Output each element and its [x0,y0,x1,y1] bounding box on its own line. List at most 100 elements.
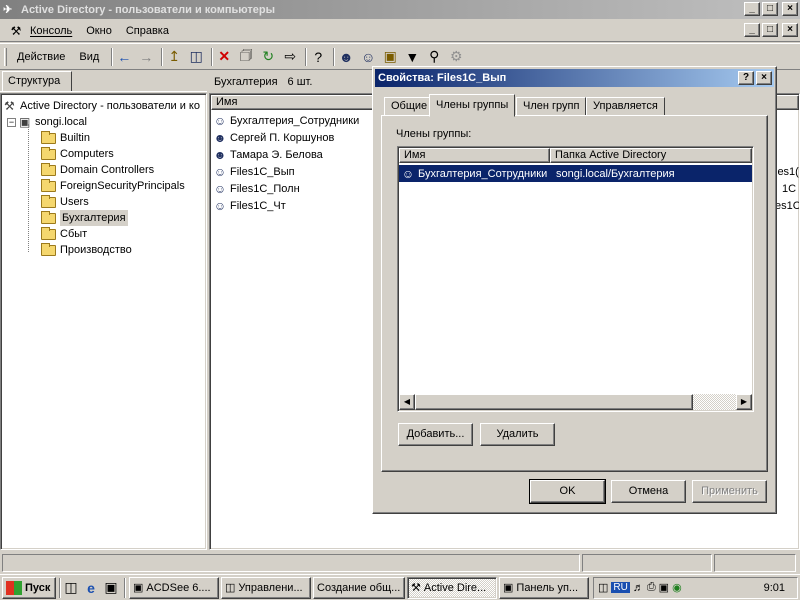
tree-item-production[interactable]: Производство [41,242,132,258]
members-column-name[interactable]: Имя [399,148,550,163]
tray-network-icon[interactable]: ◫ [598,581,608,594]
tab-members[interactable]: Члены группы [429,94,516,117]
up-folder-icon[interactable]: ↥ [163,46,185,68]
properties-icon[interactable]: 🗇 [235,46,257,68]
list-header-title: Бухгалтерия [214,76,278,88]
forward-icon[interactable]: → [135,46,157,68]
task-create-share[interactable]: Создание общ... [313,576,405,599]
app-icon: ✈ [3,3,13,16]
dialog-help-button[interactable]: ? [738,71,754,85]
task-active-directory[interactable]: ⚒ Active Dire... [407,576,497,599]
status-pane [2,554,580,572]
delete-icon[interactable]: ✕ [213,46,235,68]
start-button[interactable]: Пуск [2,576,56,599]
quicklaunch-app-icon[interactable]: ▣ [101,577,121,599]
remove-button[interactable]: Удалить [480,423,555,446]
quicklaunch-ie-icon[interactable]: e [81,577,101,599]
toolbar-grip [4,47,7,66]
list-row[interactable]: ☺ Files1C_Вып [213,164,295,180]
refresh-icon[interactable]: ↻ [257,46,279,68]
list-row[interactable]: ☺ Бухгалтерия_Сотрудники [213,113,359,129]
list-row[interactable]: ☺ Files1C_Полн [213,181,300,197]
status-pane [714,554,796,572]
minimize-button[interactable]: _ [744,2,760,16]
tree-horizontal-scroll[interactable] [2,548,205,550]
new-group-icon[interactable]: ☺ [357,46,379,68]
apply-button[interactable]: Применить [692,480,767,503]
menu-window[interactable]: Окно [86,25,112,37]
tree-root[interactable]: ⚒ Active Directory - пользователи и ко [4,98,200,114]
dialog-close-button[interactable]: × [756,71,772,85]
tree-item-label: Computers [60,148,114,160]
tree-item-domain-controllers[interactable]: Domain Controllers [41,162,154,178]
main-title-bar: ✈ Active Directory - пользователи и комп… [0,0,800,19]
list-row[interactable]: ☻ Сергей П. Коршунов [213,130,335,146]
folder-icon [41,130,56,144]
language-indicator[interactable]: RU [611,582,630,593]
scroll-thumb[interactable] [415,394,693,410]
child-maximize-button[interactable]: □ [762,23,778,37]
task-management[interactable]: ◫ Управлени... [221,576,311,599]
tree-item-builtin[interactable]: Builtin [41,130,90,146]
list-count: 6 шт. [287,76,313,88]
tab-managed-by[interactable]: Управляется [586,97,665,116]
tray-printer-icon[interactable]: ⎙ [647,581,656,594]
list-cell-clipped: les1( [775,166,799,178]
tray-device-icon[interactable]: ▣ [659,581,669,594]
find-icon[interactable]: ⚲ [423,46,445,68]
task-label: Управлени... [238,581,303,594]
task-label: Active Dire... [423,581,487,594]
members-hscrollbar[interactable]: ◀ ▶ [399,394,752,410]
tree-item-sales[interactable]: Сбыт [41,226,87,242]
list-row-label: Бухгалтерия_Сотрудники [230,115,360,127]
tab-member-of[interactable]: Член групп [516,97,587,116]
tray-globe-icon[interactable]: ◉ [672,581,682,594]
view-menu[interactable]: Вид [79,51,99,63]
dialog-title: Свойства: Files1C_Вып [378,72,507,84]
action-menu[interactable]: Действие [17,51,65,63]
tab-page: Члены группы: Имя Папка Active Directory… [381,115,768,472]
help-icon[interactable]: ? [307,46,329,68]
tray-volume-icon[interactable]: ♬ [633,582,644,594]
tab-label: Управляется [593,100,658,112]
list-row[interactable]: ☺ Files1C_Чт [213,198,286,214]
tree-item-foreign-security-principals[interactable]: ForeignSecurityPrincipals [41,178,185,194]
task-control-panel[interactable]: ▣ Панель уп... [499,576,589,599]
tree-item-computers[interactable]: Computers [41,146,114,162]
new-ou-icon[interactable]: ▣ [379,46,401,68]
maximize-button[interactable]: □ [762,2,778,16]
members-column-folder[interactable]: Папка Active Directory [550,148,752,163]
task-acdsee[interactable]: ▣ ACDSee 6.... [129,576,219,599]
show-tree-icon[interactable]: ◫ [185,46,207,68]
menu-help[interactable]: Справка [126,25,169,37]
tree-tab[interactable]: Структура [2,71,72,92]
user-icon: ☻ [213,131,227,145]
console-icon: ⚒ [10,23,22,38]
close-button[interactable]: × [782,2,798,16]
member-row[interactable]: ☺ Бухгалтерия_Сотрудники songi.local/Бух… [399,165,752,182]
tree-domain[interactable]: − ▣ songi.local [7,114,87,130]
cancel-button[interactable]: Отмена [611,480,686,503]
new-user-icon[interactable]: ☻ [335,46,357,68]
scroll-left-button[interactable]: ◀ [399,394,415,410]
list-row[interactable]: ☻ Тамара Э. Белова [213,147,323,163]
main-window-title: Active Directory - пользователи и компью… [21,3,275,16]
tab-general[interactable]: Общие [384,97,435,116]
computer-icon: ◫ [225,582,236,594]
back-icon[interactable]: ← [113,46,135,68]
menu-console[interactable]: Консоль [30,25,72,37]
tree-item-users[interactable]: Users [41,194,89,210]
add-button[interactable]: Добавить... [398,423,473,446]
export-icon[interactable]: ⇨ [279,46,301,68]
child-minimize-button[interactable]: _ [744,23,760,37]
status-pane [582,554,712,572]
filter-icon[interactable]: ▼ [401,46,423,68]
scroll-right-button[interactable]: ▶ [736,394,752,410]
child-close-button[interactable]: × [782,23,798,37]
tree-item-accounting[interactable]: Бухгалтерия [41,210,128,226]
quicklaunch-desktop-icon[interactable]: ◫ [61,577,81,599]
add-to-group-icon[interactable]: ⚙ [445,46,467,68]
control-panel-icon: ▣ [503,582,514,594]
ok-button[interactable]: OK [529,479,606,504]
domain-icon: ▣ [19,115,31,129]
